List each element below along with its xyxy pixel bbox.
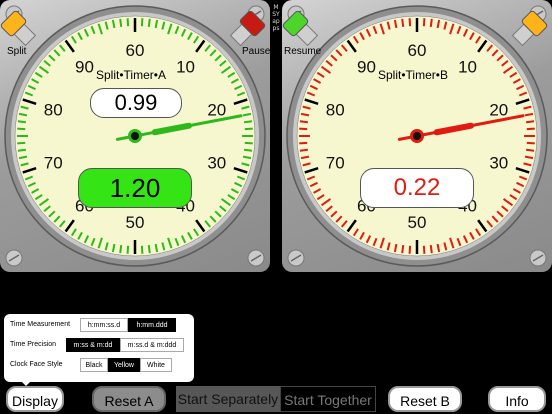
dial-number: 50	[126, 213, 145, 232]
dial-tick	[408, 18, 412, 27]
pause-button-label: Pause	[242, 46, 270, 57]
dial-number: 30	[207, 154, 226, 173]
dial-tick	[526, 127, 535, 131]
time-precision-option-2[interactable]: m:ss.d & m:ddd	[120, 338, 184, 352]
dial-tick	[526, 148, 535, 152]
dial-number: 30	[489, 154, 508, 173]
dial-tick	[244, 148, 253, 152]
dial-hub-center	[131, 132, 139, 140]
dial-tick	[244, 141, 253, 145]
dial-tick	[244, 127, 253, 131]
dial-tick	[147, 18, 151, 27]
clock-face-style-label: Clock Face Style	[10, 361, 63, 368]
dial-number: 80	[44, 100, 63, 119]
face-style-white[interactable]: White	[140, 358, 172, 372]
dial-tick	[126, 18, 130, 27]
dial-tick	[526, 141, 535, 145]
dial-tick	[401, 18, 405, 27]
dial-number: 70	[44, 154, 63, 173]
reset-a-button[interactable]: Reset A	[92, 386, 166, 412]
dial-tick	[299, 141, 308, 145]
dial-number: 10	[458, 57, 477, 76]
dial-tick	[17, 148, 26, 152]
timer-a-dial: 60102030405060708090	[0, 5, 266, 267]
start-together-button[interactable]: Start Together	[280, 386, 376, 412]
dial-tick	[126, 245, 130, 254]
timer-a-split-readout: 0.99	[90, 88, 182, 118]
dial-number: 90	[75, 57, 94, 76]
display-button[interactable]: Display	[6, 386, 64, 412]
dial-tick	[422, 18, 426, 27]
start-separately-button[interactable]: Start Separately	[176, 386, 280, 412]
time-measurement-option-hmmssd[interactable]: h:mm:ss.d	[80, 318, 128, 332]
timer-b-dial: 60102030405060708090	[282, 5, 548, 267]
dial-number: 60	[408, 41, 427, 60]
dial-tick	[429, 18, 433, 27]
settings-popover: Time Measurement h:mm:ss.d h:mm.ddd Time…	[4, 314, 194, 382]
vendor-label: MSYapps	[272, 4, 280, 32]
dial-tick	[422, 245, 426, 254]
dial-tick	[244, 120, 253, 124]
dial-tick	[299, 127, 308, 131]
dial-number: 60	[126, 41, 145, 60]
dial-number: 20	[489, 100, 508, 119]
time-precision-label: Time Precision	[10, 341, 57, 348]
dial-tick	[299, 120, 308, 124]
timer-a-title: Split•Timer•A	[96, 68, 166, 82]
face-style-yellow[interactable]: Yellow	[108, 358, 140, 372]
dial-tick	[429, 245, 433, 254]
dial-hub-center	[413, 132, 421, 140]
dial-tick	[140, 245, 144, 254]
dial-tick	[147, 245, 151, 254]
dial-tick	[17, 127, 26, 131]
time-precision-option-1[interactable]: m:ss & m:dd	[66, 338, 120, 352]
dial-number: 10	[176, 57, 195, 76]
dial-tick	[401, 245, 405, 254]
dial-tick	[119, 245, 123, 254]
dial-tick	[526, 120, 535, 124]
dial-tick	[299, 148, 308, 152]
resume-button-label: Resume	[284, 46, 322, 57]
dial-tick	[119, 18, 123, 27]
dial-tick	[17, 141, 26, 145]
timer-a-panel: 60102030405060708090 Split Pause Split•T…	[0, 0, 270, 272]
time-measurement-option-hmmddd[interactable]: h:mm.ddd	[128, 318, 176, 332]
dial-number: 90	[357, 57, 376, 76]
dial-tick	[140, 18, 144, 27]
timer-b-main-readout: 0.22	[360, 168, 474, 208]
reset-b-button[interactable]: Reset B	[388, 386, 462, 412]
time-measurement-label: Time Measurement	[10, 321, 71, 328]
dial-tick	[408, 245, 412, 254]
dial-number: 80	[326, 100, 345, 119]
dial-number: 70	[326, 154, 345, 173]
timer-b-panel: 60102030405060708090 Resume Split•Timer•…	[282, 0, 552, 272]
dial-number: 50	[408, 213, 427, 232]
timer-b-title: Split•Timer•B	[378, 68, 448, 82]
timer-a-main-readout: 1.20	[78, 168, 192, 208]
face-style-black[interactable]: Black	[80, 358, 108, 372]
split-button-label: Split	[7, 46, 27, 57]
info-button[interactable]: Info	[488, 386, 546, 412]
dial-tick	[17, 120, 26, 124]
dial-number: 20	[207, 100, 226, 119]
